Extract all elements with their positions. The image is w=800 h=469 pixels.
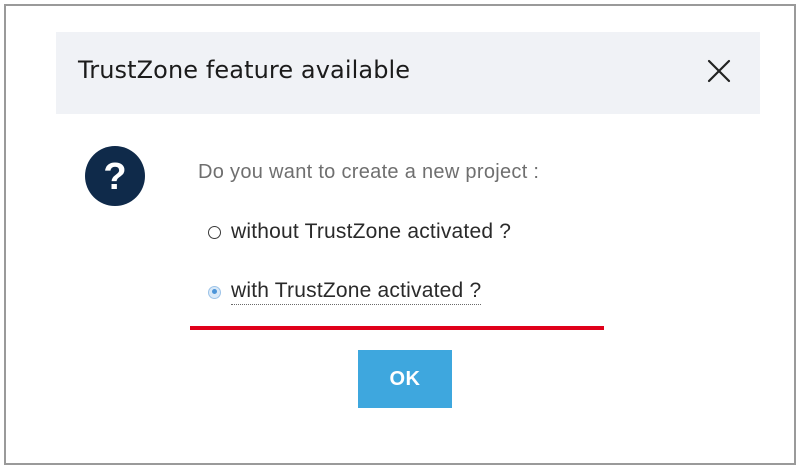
close-icon bbox=[704, 56, 734, 86]
radio-button-unselected[interactable] bbox=[208, 225, 221, 239]
ok-button[interactable]: OK bbox=[358, 350, 452, 408]
radio-option-with-trustzone[interactable]: with TrustZone activated ? bbox=[208, 278, 482, 306]
question-text: Do you want to create a new project : bbox=[198, 161, 540, 183]
radio-option-label: with TrustZone activated ? bbox=[231, 279, 482, 305]
close-button[interactable] bbox=[704, 56, 734, 86]
screenshot-frame: TrustZone feature available ? Do you wan… bbox=[4, 4, 796, 465]
svg-text:?: ? bbox=[103, 156, 126, 198]
radio-button-selected[interactable] bbox=[208, 285, 221, 299]
radio-option-without-trustzone[interactable]: without TrustZone activated ? bbox=[208, 218, 511, 246]
question-mark-icon: ? bbox=[83, 144, 147, 208]
radio-option-label: without TrustZone activated ? bbox=[231, 220, 512, 243]
dialog-window: TrustZone feature available ? Do you wan… bbox=[56, 32, 760, 438]
dialog-titlebar: TrustZone feature available bbox=[56, 32, 760, 114]
annotation-underline bbox=[190, 326, 604, 330]
dialog-title: TrustZone feature available bbox=[78, 56, 411, 84]
